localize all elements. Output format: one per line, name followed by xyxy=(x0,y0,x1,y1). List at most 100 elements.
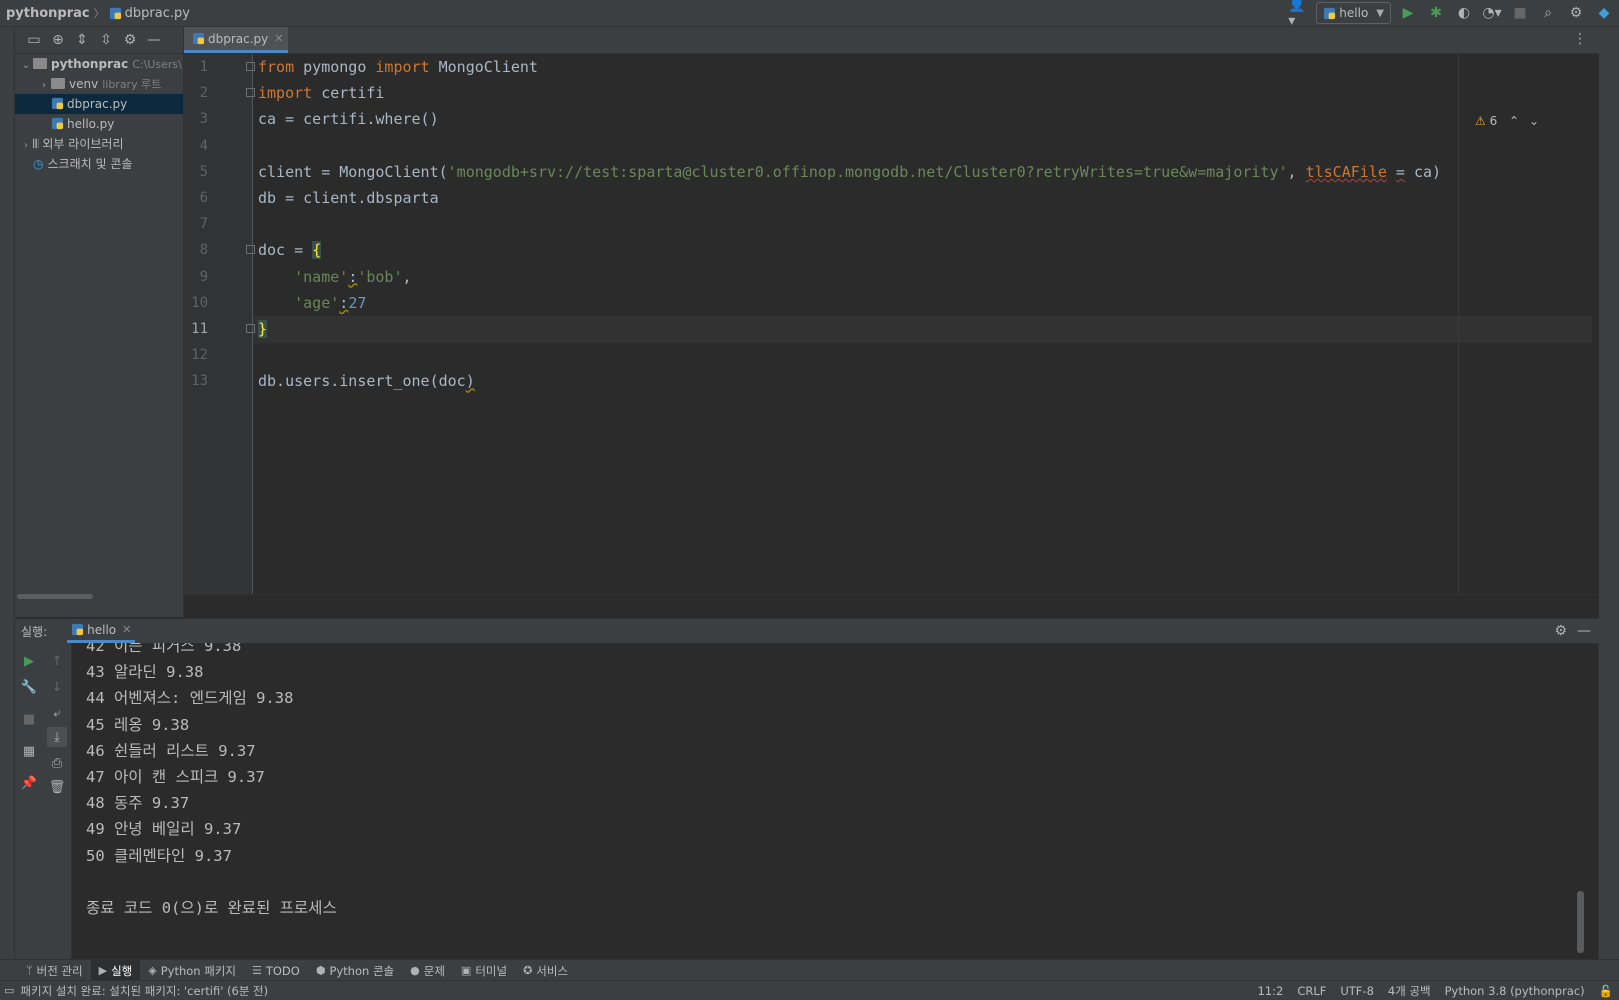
tool-button-services[interactable]: ✪ 서비스 xyxy=(515,960,576,981)
chevron-right-icon[interactable]: › xyxy=(19,136,33,154)
minimize-icon[interactable]: — xyxy=(143,29,165,51)
problems-icon: ● xyxy=(410,964,420,977)
code-line[interactable]: 'age':27 xyxy=(258,290,366,316)
layout-icon[interactable]: ▦ xyxy=(19,741,39,761)
fold-marker-icon[interactable] xyxy=(246,324,255,333)
pin-icon[interactable]: 📌 xyxy=(19,773,39,793)
chevron-down-icon[interactable]: ⌄ xyxy=(1529,114,1539,128)
search-icon[interactable]: ⌕ xyxy=(1537,2,1559,24)
indent-setting[interactable]: 4개 공백 xyxy=(1388,983,1431,999)
expand-all-icon[interactable]: ⇕ xyxy=(71,29,93,51)
gear-icon[interactable]: ⚙ xyxy=(119,29,141,51)
tool-button-git-branch[interactable]: ᛘ 버전 관리 xyxy=(18,960,91,981)
tool-button-label: 서비스 xyxy=(536,963,569,978)
scroll-to-end-icon[interactable]: ⤓ xyxy=(47,727,67,747)
soft-wrap-icon[interactable]: ⤶ xyxy=(47,703,67,723)
tree-item[interactable]: ⌄ pythonprac C:\Users\ xyxy=(15,54,183,74)
tree-item[interactable]: › 𝄃𝄃 외부 라이브러리 xyxy=(15,134,183,154)
chevron-right-icon[interactable]: › xyxy=(37,76,51,94)
project-view-icon[interactable]: ▭ xyxy=(23,29,45,51)
console-scrollbar[interactable] xyxy=(1577,891,1584,953)
python-file-icon xyxy=(109,7,121,19)
panel-splitter[interactable] xyxy=(184,594,1599,618)
print-icon[interactable]: ⎙ xyxy=(47,753,67,773)
status-window-icon[interactable]: ▭ xyxy=(4,984,14,997)
tool-button-python-console[interactable]: ⬢ Python 콘솔 xyxy=(308,960,402,981)
tab-dbprac[interactable]: dbprac.py ✕ xyxy=(184,27,288,53)
console-line: 45 레옹 9.38 xyxy=(86,715,190,734)
file-encoding[interactable]: UTF-8 xyxy=(1340,984,1374,998)
collapse-all-icon[interactable]: ⇳ xyxy=(95,29,117,51)
user-icon[interactable]: 👤▾ xyxy=(1288,0,1310,29)
close-icon[interactable]: ✕ xyxy=(274,32,283,45)
gear-icon[interactable]: ⚙ xyxy=(1554,623,1567,639)
tool-button-packages[interactable]: ◈ Python 패키지 xyxy=(140,960,244,981)
line-number: 5 xyxy=(199,163,208,180)
breadcrumb-file[interactable]: dbprac.py xyxy=(125,6,190,21)
coverage-icon[interactable]: ◐ xyxy=(1453,2,1475,24)
python-interpreter[interactable]: Python 3.8 (pythonprac) xyxy=(1445,984,1585,998)
stop-icon[interactable]: ■ xyxy=(1509,2,1531,24)
fold-marker-icon[interactable] xyxy=(246,62,255,71)
arrow-up-icon[interactable]: ↑ xyxy=(47,651,67,671)
editor-tabs: dbprac.py ✕ ⋮ xyxy=(184,27,1599,54)
code-area[interactable]: from pymongo import MongoClient import ce… xyxy=(258,54,1598,594)
status-message[interactable]: 패키지 설치 완료: 설치된 패키지: 'certifi' (6분 전) xyxy=(20,983,268,999)
tool-button-run[interactable]: ▶ 실행 xyxy=(90,960,141,981)
minimize-icon[interactable]: — xyxy=(1577,623,1591,639)
console-line: 44 어벤져스: 엔드게임 9.38 xyxy=(86,689,294,708)
tree-item[interactable]: hello.py xyxy=(15,114,183,134)
debug-icon[interactable]: ✱ xyxy=(1425,2,1447,24)
python-file-icon xyxy=(72,623,84,636)
tool-button-terminal[interactable]: ▣ 터미널 xyxy=(453,960,515,981)
trash-icon[interactable]: 🗑 xyxy=(47,777,67,797)
run-icon[interactable]: ▶ xyxy=(1397,2,1419,24)
code-editor[interactable]: 1 2 3 4 5 6 7 8 9 10 11 12 13 from pymongo import Mo… xyxy=(184,54,1599,594)
gear-icon[interactable]: ⚙ xyxy=(1565,2,1587,24)
run-icon: ▶ xyxy=(98,964,108,977)
chevron-down-icon[interactable]: ⌄ xyxy=(19,56,33,74)
plugin-icon[interactable]: ◆ xyxy=(1593,2,1615,24)
code-line[interactable]: db.users.insert_one(doc) xyxy=(258,368,475,394)
code-line[interactable]: ca = certifi.where() xyxy=(258,106,439,132)
run-config-selector[interactable]: hello ▼ xyxy=(1316,2,1391,24)
code-line[interactable]: from pymongo import MongoClient xyxy=(258,54,538,80)
tool-button-problems[interactable]: ● 문제 xyxy=(402,960,453,981)
line-number: 13 xyxy=(191,373,208,390)
lock-icon[interactable]: 🔓 xyxy=(1599,984,1613,998)
stop-icon[interactable]: ■ xyxy=(19,709,39,729)
tree-item[interactable]: ◷ 스크래치 및 콘솔 xyxy=(15,154,183,174)
code-line[interactable]: doc = { xyxy=(258,237,322,263)
tree-item[interactable]: › venv library 루트 xyxy=(15,74,183,94)
horizontal-scrollbar[interactable] xyxy=(17,594,93,599)
breadcrumb-project[interactable]: pythonprac xyxy=(6,6,90,21)
inspection-widget[interactable]: ⚠ 6 ⌃ ⌄ xyxy=(1475,114,1539,128)
tool-button-todo[interactable]: ☰ TODO xyxy=(244,960,308,981)
tree-item-label: pythonprac xyxy=(51,57,129,71)
wrench-icon[interactable]: 🔧 xyxy=(19,677,39,697)
warning-count: 6 xyxy=(1489,114,1498,128)
line-number: 3 xyxy=(199,111,208,128)
code-line[interactable]: } xyxy=(258,316,268,342)
rerun-icon[interactable]: ▶ xyxy=(19,651,39,671)
more-icon[interactable]: ⋮ xyxy=(1573,31,1587,47)
run-tab-label: hello xyxy=(87,622,117,637)
line-number: 2 xyxy=(199,85,208,102)
arrow-down-icon[interactable]: ↓ xyxy=(47,677,67,697)
tree-item[interactable]: dbprac.py xyxy=(15,94,183,114)
code-line[interactable]: client = MongoClient('mongodb+srv://test… xyxy=(258,159,1441,185)
caret-position[interactable]: 11:2 xyxy=(1257,984,1283,998)
run-console[interactable]: 42 이든 피거스 9.38 43 알라딘 9.38 44 어벤져스: 엔드게임 9… xyxy=(72,643,1588,959)
close-icon[interactable]: ✕ xyxy=(122,623,131,636)
code-line[interactable]: 'name':'bob', xyxy=(258,264,411,290)
profile-icon[interactable]: ◔▾ xyxy=(1481,2,1503,24)
run-tab-hello[interactable]: hello ✕ xyxy=(67,619,136,643)
line-separator[interactable]: CRLF xyxy=(1297,984,1326,998)
fold-marker-icon[interactable] xyxy=(246,88,255,98)
code-line[interactable]: db = client.dbsparta xyxy=(258,185,439,211)
fold-marker-icon[interactable] xyxy=(246,245,255,255)
line-gutter: 1 2 3 4 5 6 7 8 9 10 11 12 13 xyxy=(184,54,255,594)
locate-icon[interactable]: ⊕ xyxy=(47,29,69,51)
code-line[interactable]: import certifi xyxy=(258,80,384,106)
chevron-up-icon[interactable]: ⌃ xyxy=(1509,114,1519,128)
